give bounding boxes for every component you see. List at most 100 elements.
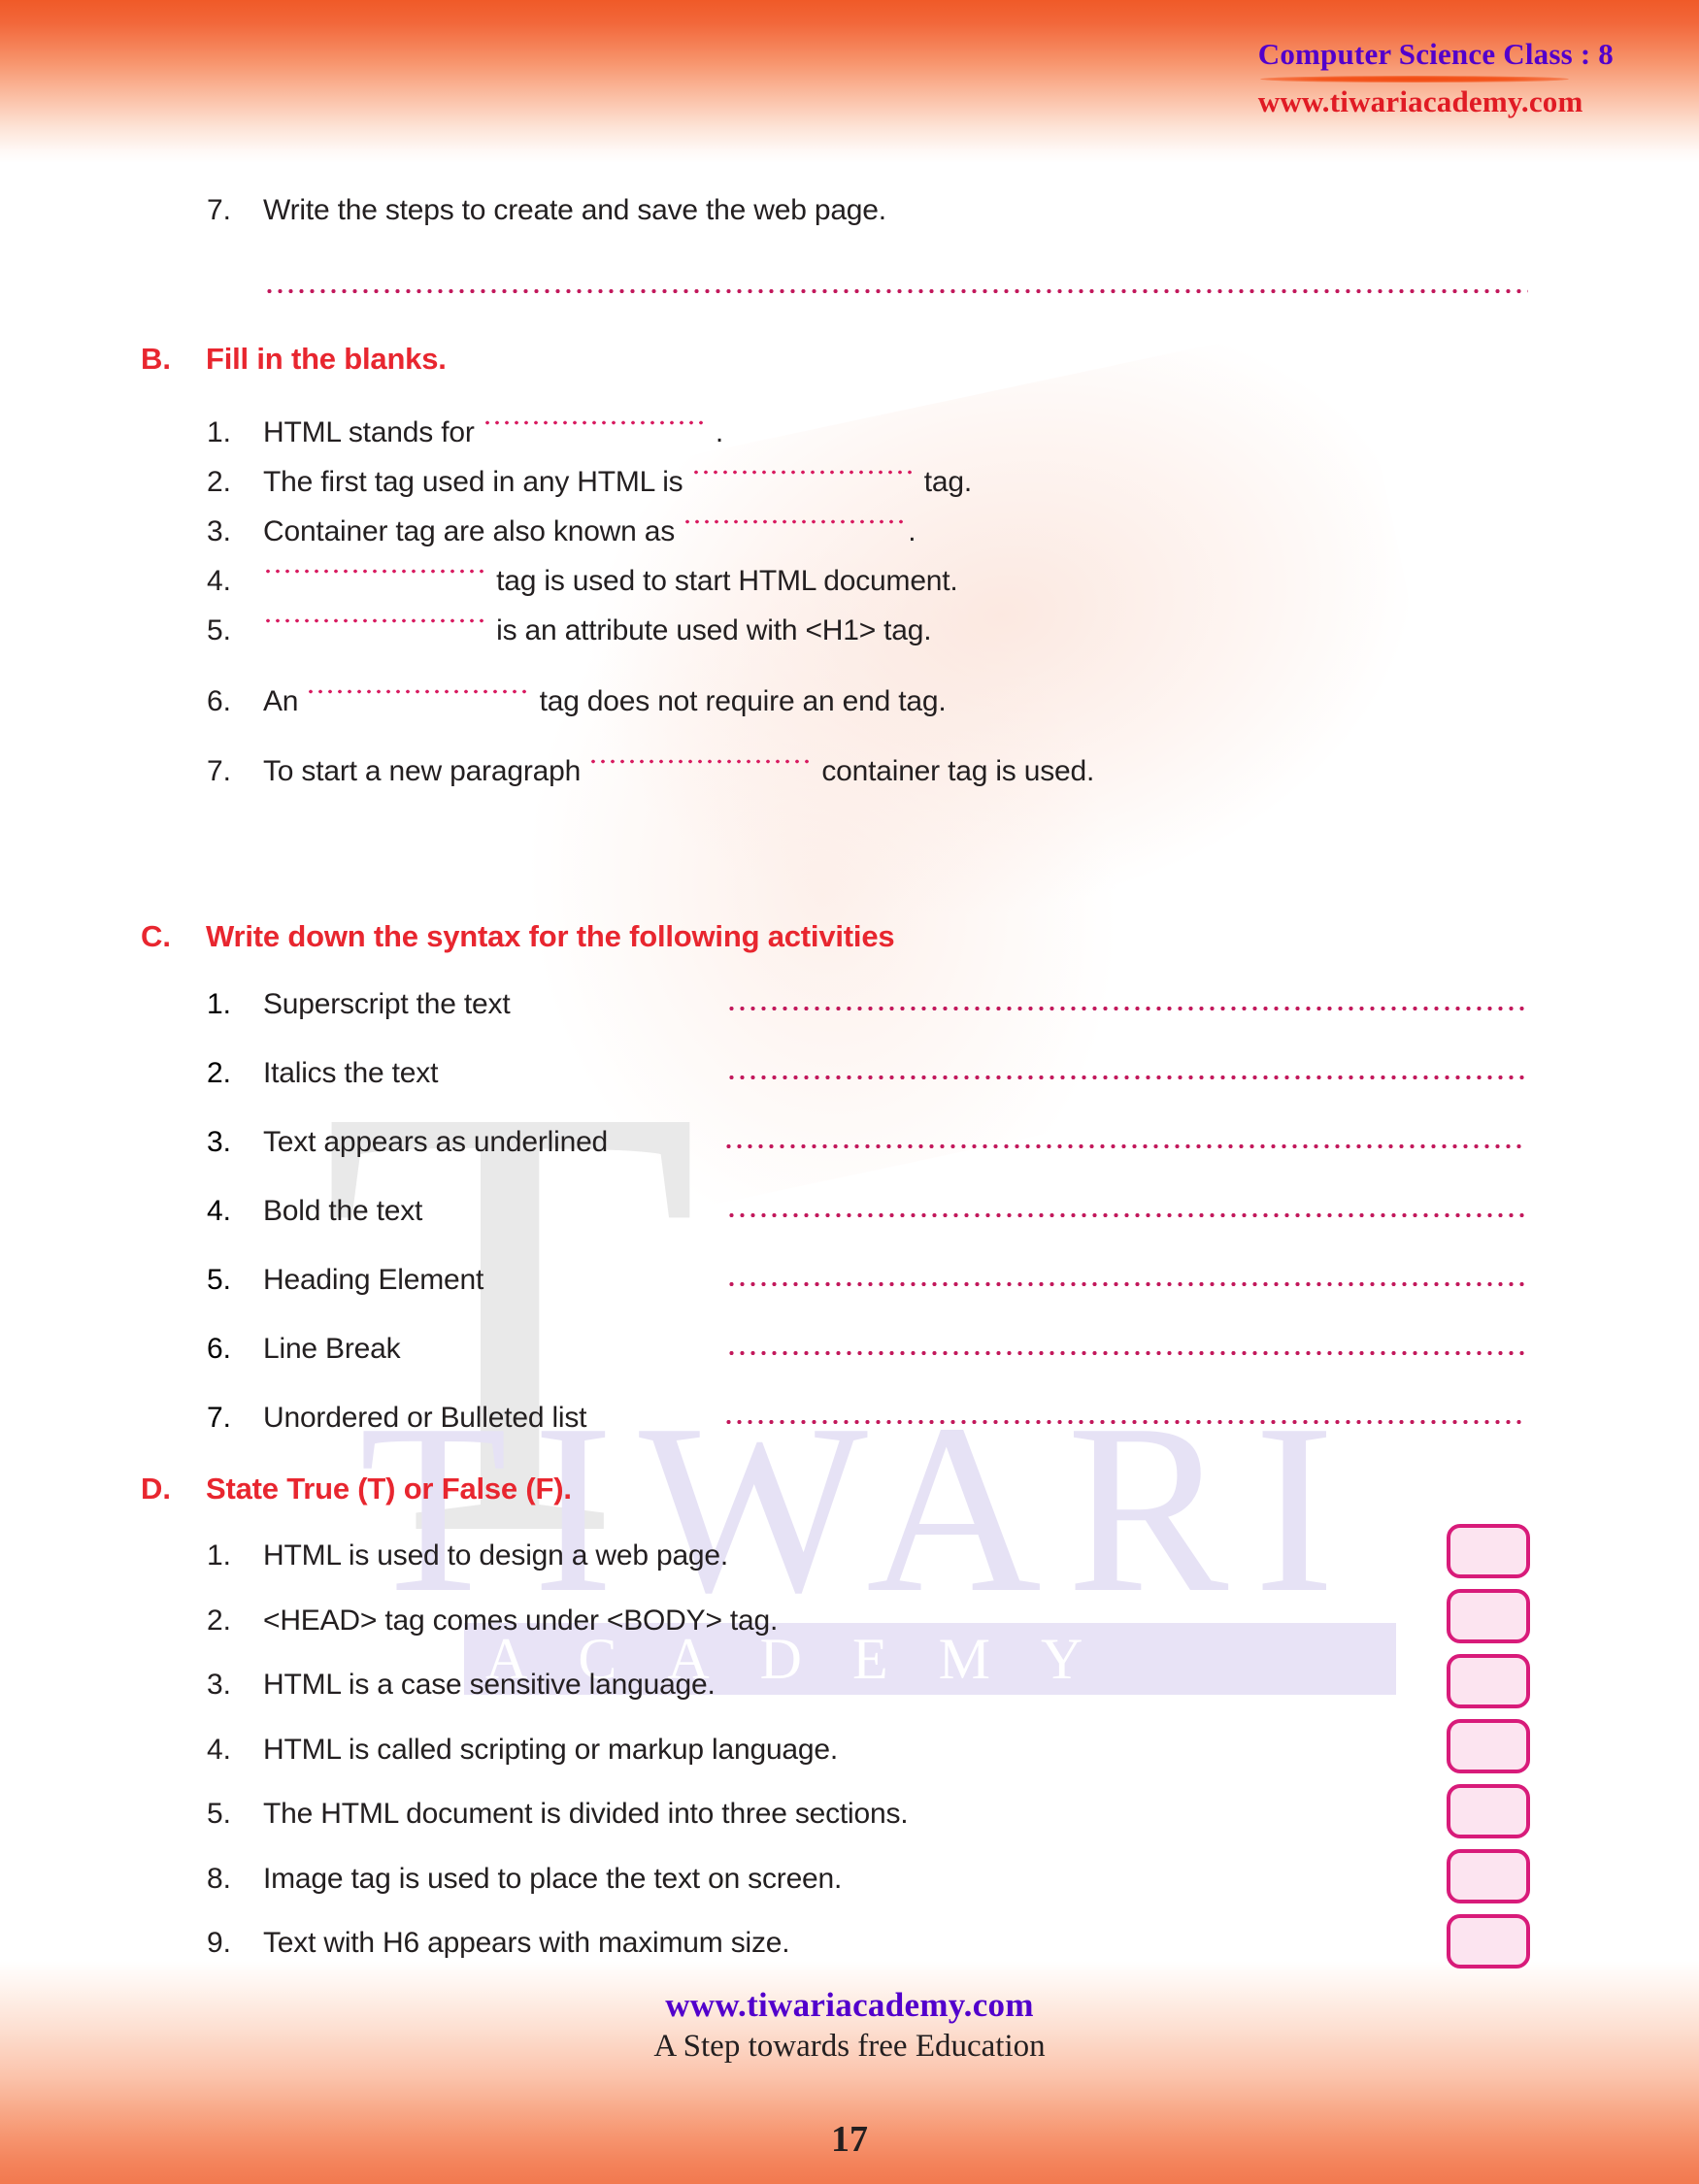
- item-number: 4.: [207, 1195, 232, 1227]
- item-text-after: tag does not require an end tag.: [531, 685, 947, 717]
- item-text: HTML stands for .: [263, 416, 723, 449]
- answer-line[interactable]: [726, 1349, 1527, 1357]
- page-number: 17: [831, 2119, 868, 2160]
- true-false-row: 8. Image tag is used to place the text o…: [207, 1863, 842, 1896]
- item-label: The HTML document is divided into three …: [263, 1798, 909, 1830]
- fill-blank-row: 5. is an attribute used with <H1> tag.: [207, 614, 932, 647]
- section-heading-b: B. Fill in the blanks.: [141, 342, 447, 377]
- answer-line[interactable]: [726, 1211, 1527, 1219]
- true-false-row: 4. HTML is called scripting or markup la…: [207, 1734, 838, 1767]
- item-text: To start a new paragraph container tag i…: [263, 755, 1094, 788]
- item-label: HTML is used to design a web page.: [263, 1539, 729, 1572]
- item-text: tag is used to start HTML document.: [263, 565, 958, 598]
- item-number: 7.: [207, 755, 232, 787]
- true-false-row: 2. <HEAD> tag comes under <BODY> tag.: [207, 1605, 778, 1638]
- item-text-before: The first tag used in any HTML is: [263, 466, 691, 498]
- item-number: 2.: [207, 1605, 232, 1637]
- item-number: 2.: [207, 1057, 232, 1089]
- item-text-before: An: [263, 685, 307, 717]
- section-title: State True (T) or False (F).: [206, 1472, 572, 1506]
- item-text-after: .: [908, 515, 916, 547]
- footer-divider-lens: [221, 2077, 1479, 2110]
- fill-blank-row: 2. The first tag used in any HTML is tag…: [207, 466, 972, 499]
- syntax-row: 4. Bold the text: [207, 1195, 719, 1228]
- item-text-after: tag.: [916, 466, 972, 498]
- inline-blank[interactable]: [482, 419, 708, 445]
- item-text-before: To start a new paragraph: [263, 755, 589, 787]
- answer-line[interactable]: [726, 1074, 1527, 1081]
- item-label: Superscript the text: [263, 988, 511, 1020]
- section-label: B.: [141, 342, 171, 376]
- true-false-row: 5. The HTML document is divided into thr…: [207, 1798, 909, 1831]
- fill-blank-row: 1. HTML stands for .: [207, 416, 723, 449]
- true-false-answer-box[interactable]: [1447, 1654, 1530, 1708]
- true-false-answer-box[interactable]: [1447, 1784, 1530, 1838]
- item-number: 5.: [207, 1264, 232, 1296]
- item-number: 6.: [207, 1333, 232, 1365]
- footer-site-link[interactable]: www.tiwariacademy.com: [0, 1986, 1699, 2025]
- inline-blank[interactable]: [683, 518, 909, 544]
- syntax-row: 6. Line Break: [207, 1333, 719, 1366]
- inline-blank[interactable]: [690, 469, 916, 494]
- inline-blank[interactable]: [306, 688, 532, 713]
- item-label: Bold the text: [263, 1195, 423, 1227]
- true-false-row: 9. Text with H6 appears with maximum siz…: [207, 1927, 790, 1960]
- question-number: 7.: [207, 194, 232, 226]
- item-number: 1.: [207, 1539, 232, 1572]
- item-number: 7.: [207, 1402, 232, 1434]
- true-false-answer-box[interactable]: [1447, 1524, 1530, 1578]
- item-label: Heading Element: [263, 1264, 484, 1296]
- answer-line[interactable]: [726, 1280, 1527, 1288]
- true-false-row: 3. HTML is a case sensitive language.: [207, 1669, 716, 1702]
- item-text-before: HTML stands for: [263, 416, 483, 448]
- header-divider-lens: [1259, 76, 1569, 83]
- true-false-answer-box[interactable]: [1447, 1719, 1530, 1773]
- inline-blank[interactable]: [588, 758, 815, 783]
- answer-line[interactable]: [726, 1005, 1527, 1012]
- syntax-row: 7. Unordered or Bulleted list: [207, 1402, 719, 1435]
- item-number: 4.: [207, 565, 232, 597]
- section-heading-c: C. Write down the syntax for the followi…: [141, 919, 895, 954]
- item-text-after: .: [707, 416, 724, 448]
- syntax-row: 2. Italics the text: [207, 1057, 719, 1090]
- item-text: is an attribute used with <H1> tag.: [263, 614, 932, 647]
- syntax-row: 3. Text appears as underlined: [207, 1126, 719, 1159]
- item-number: 3.: [207, 515, 232, 547]
- item-label: Italics the text: [263, 1057, 439, 1089]
- item-text-before: Container tag are also known as: [263, 515, 683, 547]
- item-number: 4.: [207, 1734, 232, 1766]
- footer-tagline: A Step towards free Education: [653, 2029, 1046, 2064]
- item-label: Text appears as underlined: [263, 1126, 609, 1158]
- item-number: 1.: [207, 416, 232, 448]
- item-number: 6.: [207, 685, 232, 717]
- page-canvas: T TIWARI ACADEMY Computer Science Class …: [0, 0, 1699, 2184]
- answer-line[interactable]: [264, 287, 1528, 295]
- fill-blank-row: 6. An tag does not require an end tag.: [207, 685, 947, 718]
- item-label: HTML is called scripting or markup langu…: [263, 1734, 839, 1766]
- fill-blank-row: 4. tag is used to start HTML document.: [207, 565, 958, 598]
- fill-blank-row: 3. Container tag are also known as .: [207, 515, 916, 548]
- item-number: 2.: [207, 466, 232, 498]
- item-number: 8.: [207, 1863, 232, 1895]
- item-label: <HEAD> tag comes under <BODY> tag.: [263, 1605, 779, 1637]
- true-false-answer-box[interactable]: [1447, 1914, 1530, 1969]
- answer-line[interactable]: [723, 1142, 1527, 1150]
- document-footer: www.tiwariacademy.com A Step towards fre…: [0, 1986, 1699, 2065]
- item-label: Line Break: [263, 1333, 401, 1365]
- item-label: Text with H6 appears with maximum size.: [263, 1927, 790, 1959]
- question-row: 7. Write the steps to create and save th…: [207, 194, 886, 227]
- item-label: HTML is a case sensitive language.: [263, 1669, 716, 1701]
- true-false-answer-box[interactable]: [1447, 1589, 1530, 1643]
- true-false-row: 1. HTML is used to design a web page.: [207, 1539, 728, 1572]
- inline-blank[interactable]: [263, 617, 488, 643]
- item-number: 9.: [207, 1927, 232, 1959]
- document-header: Computer Science Class : 8 www.tiwariaca…: [1258, 37, 1614, 119]
- item-number: 3.: [207, 1669, 232, 1701]
- item-text: The first tag used in any HTML is tag.: [263, 466, 972, 499]
- section-title: Write down the syntax for the following …: [206, 919, 895, 953]
- answer-line[interactable]: [723, 1418, 1527, 1426]
- header-site-link[interactable]: www.tiwariacademy.com: [1258, 84, 1614, 119]
- subject-title: Computer Science Class : 8: [1257, 37, 1614, 71]
- true-false-answer-box[interactable]: [1447, 1849, 1530, 1903]
- inline-blank[interactable]: [263, 568, 488, 593]
